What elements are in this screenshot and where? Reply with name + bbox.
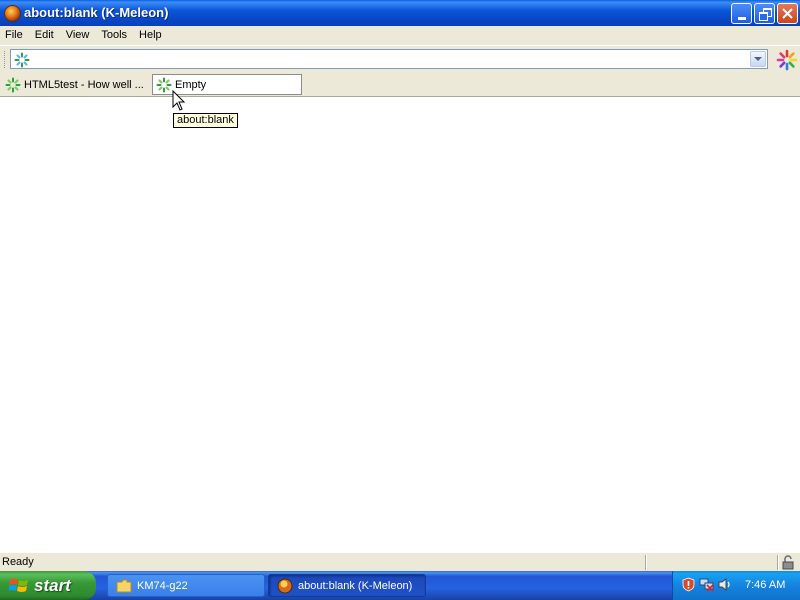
taskbar-item-label: about:blank (K-Meleon) bbox=[298, 579, 413, 592]
taskbar-item-folder[interactable]: KM74-g22 bbox=[107, 574, 265, 597]
menu-edit[interactable]: Edit bbox=[29, 26, 60, 44]
system-tray: 7:46 AM bbox=[672, 571, 800, 600]
k-meleon-icon[interactable] bbox=[4, 5, 21, 22]
status-bar: Ready bbox=[0, 552, 800, 572]
menu-help[interactable]: Help bbox=[133, 26, 168, 44]
address-box[interactable] bbox=[10, 49, 768, 69]
tab-tooltip: about:blank bbox=[173, 113, 238, 128]
restore-icon bbox=[758, 8, 772, 21]
taskbar: start KM74-g22 about:blank (K-Meleon) 7:… bbox=[0, 571, 800, 600]
menu-file[interactable]: File bbox=[0, 26, 29, 44]
throbber-icon[interactable] bbox=[776, 49, 798, 71]
loading-spinner-icon bbox=[14, 52, 30, 68]
clock[interactable]: 7:46 AM bbox=[745, 579, 785, 591]
status-text: Ready bbox=[2, 556, 34, 568]
status-divider bbox=[645, 555, 647, 570]
page-content[interactable] bbox=[0, 97, 800, 552]
address-dropdown-button[interactable] bbox=[750, 51, 766, 67]
address-toolbar bbox=[0, 45, 800, 74]
menu-view[interactable]: View bbox=[60, 26, 96, 44]
close-button[interactable] bbox=[777, 3, 798, 24]
volume-icon[interactable] bbox=[717, 577, 732, 592]
window-title: about:blank (K-Meleon) bbox=[24, 5, 169, 20]
tab-html5test[interactable]: HTML5test - How well ... bbox=[2, 74, 148, 95]
loading-spinner-icon bbox=[156, 77, 172, 92]
close-icon bbox=[782, 8, 793, 19]
folder-icon bbox=[116, 579, 132, 592]
security-lock-icon[interactable] bbox=[781, 555, 795, 570]
network-disconnected-icon[interactable] bbox=[699, 577, 714, 592]
tab-label: HTML5test - How well ... bbox=[24, 78, 144, 91]
url-input[interactable] bbox=[35, 51, 739, 69]
loading-spinner-icon bbox=[5, 77, 21, 92]
minimize-icon bbox=[737, 16, 746, 20]
k-meleon-icon bbox=[277, 578, 293, 593]
taskbar-item-label: KM74-g22 bbox=[137, 579, 188, 592]
taskbar-item-kmeleon[interactable]: about:blank (K-Meleon) bbox=[268, 574, 426, 597]
security-alert-icon[interactable] bbox=[681, 577, 696, 592]
toolbar-grip[interactable] bbox=[4, 51, 8, 68]
title-bar[interactable]: about:blank (K-Meleon) bbox=[0, 0, 800, 26]
menu-bar: File Edit View Tools Help bbox=[0, 26, 800, 44]
restore-button[interactable] bbox=[754, 3, 775, 24]
minimize-button[interactable] bbox=[731, 3, 752, 24]
menu-tools[interactable]: Tools bbox=[95, 26, 133, 44]
tab-label: Empty bbox=[175, 78, 207, 91]
start-label: start bbox=[34, 575, 71, 595]
chevron-down-icon bbox=[754, 57, 762, 61]
start-button[interactable]: start bbox=[0, 571, 96, 600]
mouse-cursor-icon bbox=[172, 90, 186, 111]
status-divider bbox=[777, 555, 779, 570]
tab-bar: HTML5test - How well ... Empty bbox=[0, 73, 800, 97]
windows-logo-icon bbox=[9, 578, 28, 592]
